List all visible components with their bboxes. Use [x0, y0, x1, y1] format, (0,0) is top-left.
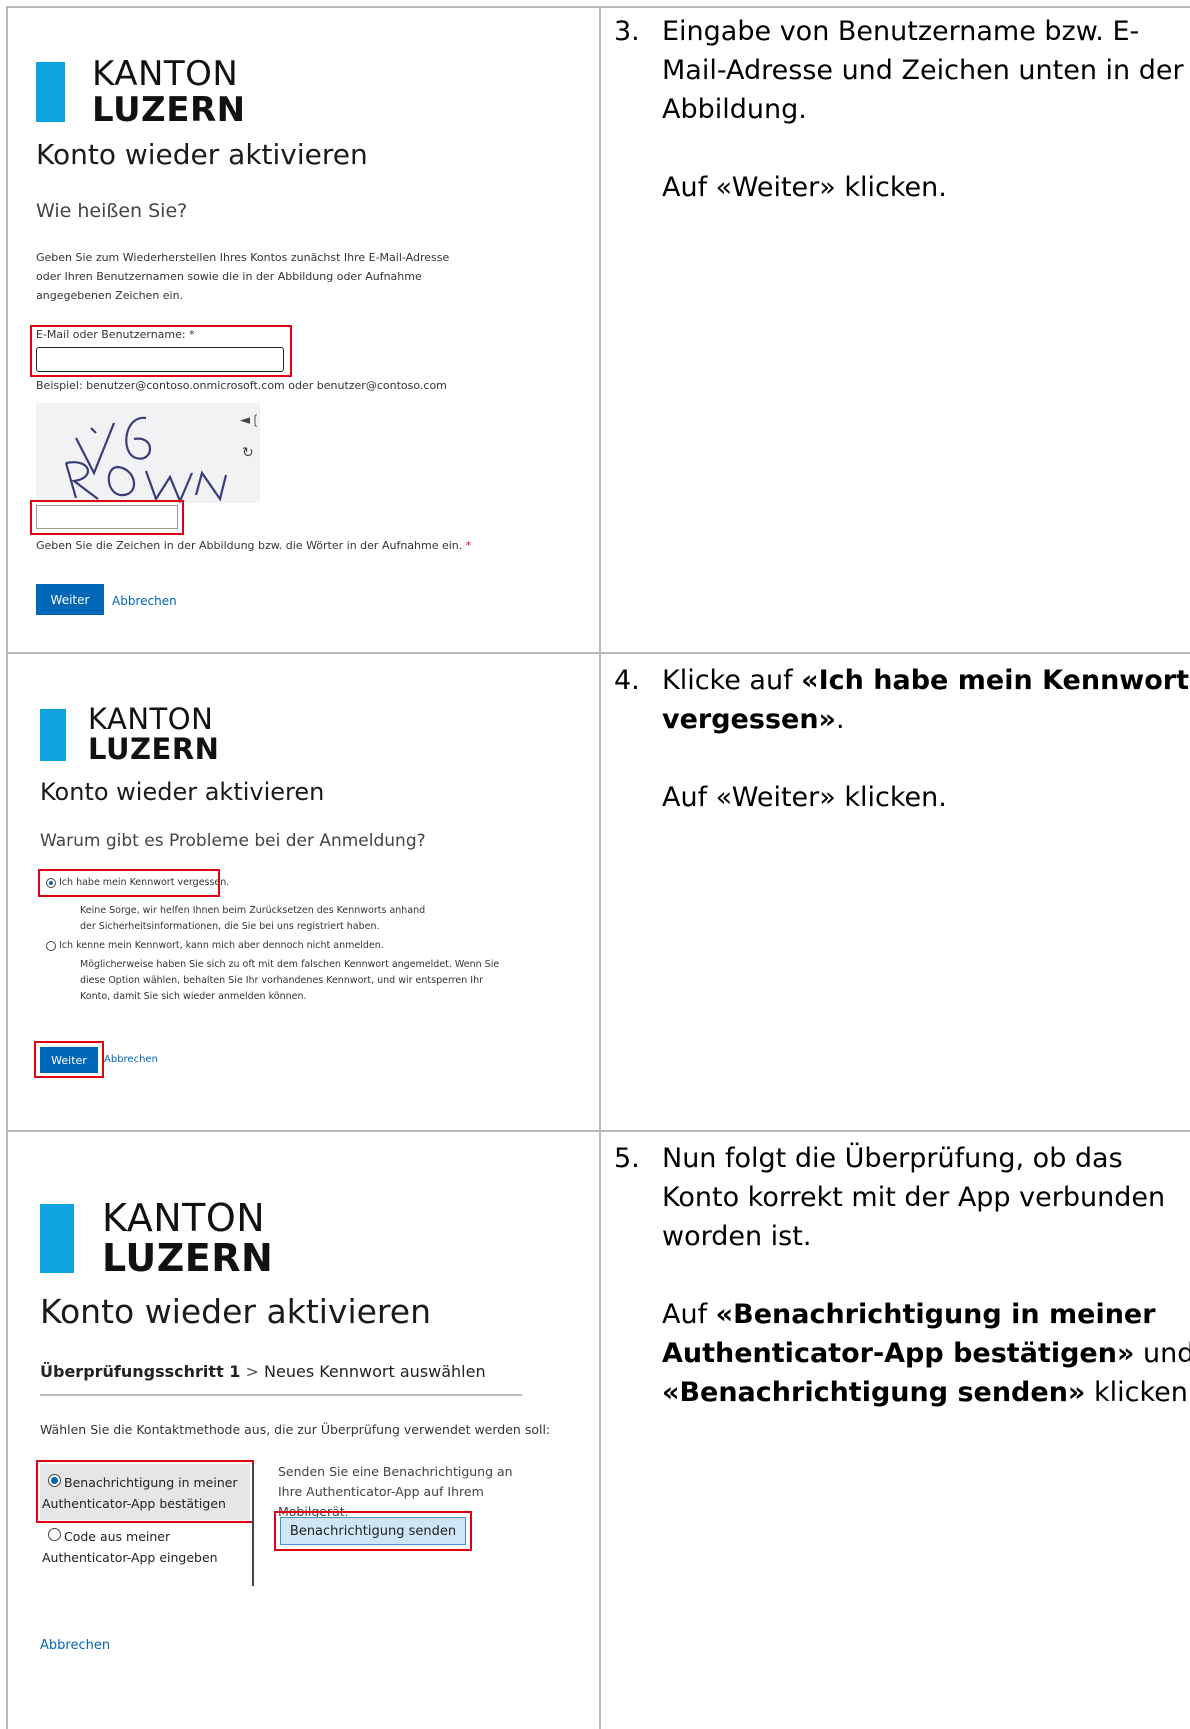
brand-logo: KANTON LUZERN [102, 1198, 273, 1278]
option-forgot-description: Keine Sorge, wir helfen Ihnen beim Zurüc… [80, 905, 426, 932]
screenshot-step5: KANTON LUZERN Konto wieder aktivieren Üb… [8, 1132, 599, 1729]
speaker-icon[interactable]: ◄❲ [240, 413, 261, 428]
step-action: Auf «Weiter» klicken. [662, 172, 947, 203]
step-description: Klicke auf «Ich habe mein Kennwort verge… [662, 661, 1190, 739]
step-action: Auf «Benachrichtigung in meiner Authenti… [662, 1295, 1190, 1412]
step-action-bold2: «Benachrichtigung senden» [662, 1377, 1086, 1408]
breadcrumb-divider [40, 1394, 522, 1396]
brand-line2: LUZERN [92, 90, 246, 130]
step-text: Eingabe von Benutzername bzw. E-Mail-Adr… [662, 12, 1190, 207]
brand-logo-bar [40, 709, 66, 761]
screenshot-step4: KANTON LUZERN Konto wieder aktivieren Wa… [8, 654, 599, 1130]
step-number: 5. [614, 1143, 640, 1174]
option-known-label[interactable]: Ich kenne mein Kennwort, kann mich aber … [59, 940, 384, 951]
breadcrumb-separator: > [245, 1362, 259, 1381]
highlight-box [38, 869, 220, 897]
email-hint: Beispiel: benutzer@contoso.onmicrosoft.c… [36, 379, 447, 392]
captcha-hint-text: Geben Sie die Zeichen in der Abbildung b… [36, 539, 463, 552]
breadcrumb-current: Überprüfungsschritt 1 [40, 1362, 241, 1381]
required-marker: * [465, 539, 472, 552]
step-description: Nun folgt die Überprüfung, ob das Konto … [662, 1143, 1166, 1252]
brand-line2: LUZERN [102, 1236, 274, 1280]
instruction-step3: 3. Eingabe von Benutzername bzw. E-Mail-… [614, 12, 1184, 642]
brand-logo-bar [40, 1204, 74, 1273]
page-subtitle: Warum gibt es Probleme bei der Anmeldung… [40, 831, 426, 851]
page-subtitle: Wie heißen Sie? [36, 200, 188, 222]
screenshot-step3: KANTON LUZERN Konto wieder aktivieren Wi… [8, 8, 599, 652]
step-number: 3. [614, 16, 640, 47]
highlight-box [274, 1511, 472, 1551]
page-title: Konto wieder aktivieren [36, 138, 368, 171]
step-text: Nun folgt die Überprüfung, ob das Konto … [662, 1139, 1190, 1412]
step-text-suffix: . [835, 704, 845, 735]
page-title: Konto wieder aktivieren [40, 778, 325, 806]
breadcrumb-next: Neues Kennwort auswählen [264, 1362, 486, 1381]
brand-line1: KANTON [88, 702, 214, 736]
intro-text: Geben Sie zum Wiederherstellen Ihres Kon… [36, 251, 450, 302]
brand-logo-bar [36, 62, 65, 122]
option-known-description: Möglicherweise haben Sie sich zu oft mit… [80, 959, 500, 1002]
step-action: Auf «Weiter» klicken. [662, 782, 947, 813]
cancel-link[interactable]: Abbrechen [104, 1054, 158, 1065]
next-button[interactable]: Weiter [36, 584, 104, 615]
options-divider [252, 1464, 254, 1586]
brand-logo: KANTON LUZERN [92, 56, 246, 128]
captcha-hint: Geben Sie die Zeichen in der Abbildung b… [36, 539, 471, 552]
step-action-bold1: «Benachrichtigung in meiner Authenticato… [662, 1299, 1156, 1369]
brand-line2: LUZERN [88, 732, 220, 766]
brand-logo: KANTON LUZERN [88, 704, 219, 764]
method-instruction: Wählen Sie die Kontaktmethode aus, die z… [40, 1422, 551, 1437]
step-number: 4. [614, 665, 640, 696]
breadcrumb: Überprüfungsschritt 1 > Neues Kennwort a… [40, 1362, 486, 1381]
step-text: Klicke auf «Ich habe mein Kennwort verge… [662, 661, 1190, 817]
instruction-step5: 5. Nun folgt die Überprüfung, ob das Kon… [614, 1139, 1190, 1719]
highlight-box [34, 1041, 104, 1078]
highlight-box [30, 325, 292, 377]
step-action-suffix: klicken. [1085, 1377, 1190, 1408]
page-title: Konto wieder aktivieren [40, 1292, 431, 1331]
highlight-box [30, 500, 184, 535]
cancel-link[interactable]: Abbrechen [112, 594, 177, 608]
step-text-prefix: Klicke auf [662, 665, 802, 696]
highlight-box [36, 1460, 254, 1523]
step-action-mid: und [1134, 1338, 1190, 1369]
refresh-icon[interactable]: ↻ [242, 445, 254, 461]
option-known-radio[interactable] [46, 941, 56, 951]
brand-line1: KANTON [92, 54, 239, 94]
column-divider [599, 6, 601, 1729]
instruction-step4: 4. Klicke auf «Ich habe mein Kennwort ve… [614, 661, 1189, 1121]
step-action-prefix: Auf [662, 1299, 716, 1330]
instruction-table: KANTON LUZERN Konto wieder aktivieren Wi… [6, 6, 1190, 1729]
brand-line1: KANTON [102, 1196, 266, 1240]
cancel-link[interactable]: Abbrechen [40, 1638, 110, 1653]
captcha-image [36, 403, 260, 504]
step-description: Eingabe von Benutzername bzw. E-Mail-Adr… [662, 16, 1184, 125]
option-code-label[interactable]: Code aus meiner Authenticator-App eingeb… [42, 1526, 250, 1568]
